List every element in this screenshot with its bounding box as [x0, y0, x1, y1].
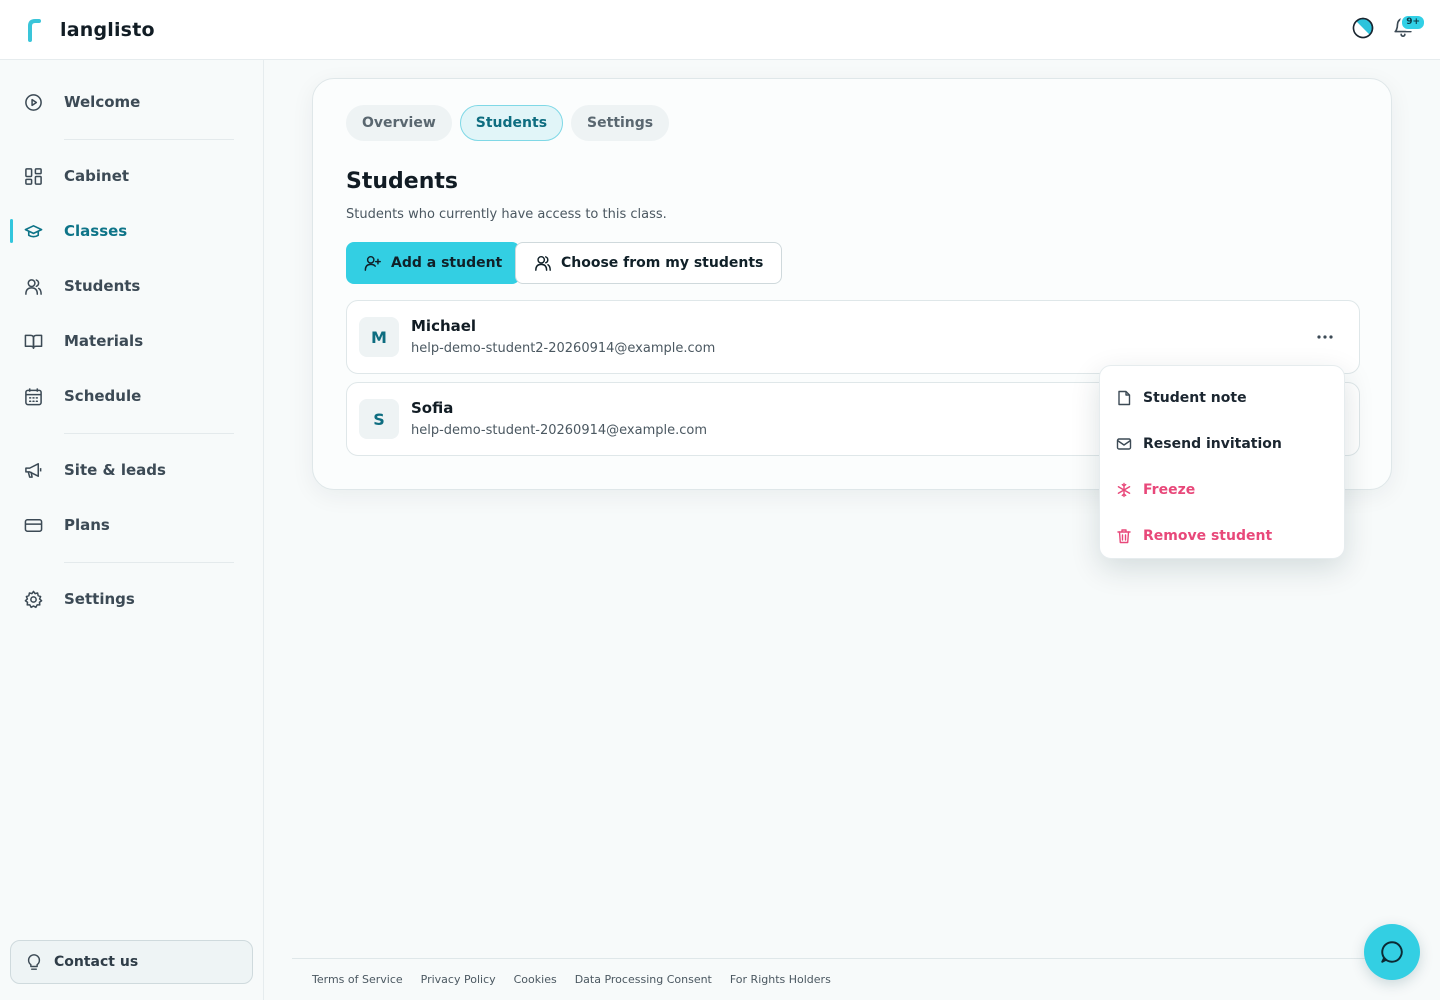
users-icon [535, 255, 551, 271]
menu-item-resend-invitation[interactable]: Resend invitation [1100, 421, 1344, 467]
sidebar-item-welcome[interactable]: Welcome [0, 82, 264, 122]
menu-item-student-note[interactable]: Student note [1100, 375, 1344, 421]
sidebar-item-label: Classes [64, 222, 128, 240]
calendar-icon [25, 388, 42, 406]
menu-item-freeze[interactable]: Freeze [1100, 467, 1344, 513]
megaphone-icon [25, 463, 42, 478]
avatar: S [359, 399, 399, 439]
sidebar-item-label: Materials [64, 332, 144, 350]
sidebar-item-label: Schedule [64, 387, 142, 405]
sidebar: Welcome Cabinet Classes Students Materia… [0, 60, 264, 1000]
note-icon [1118, 390, 1131, 406]
menu-item-label: Freeze [1143, 482, 1196, 498]
student-actions-menu: Student note Resend invitation Freeze Re… [1099, 365, 1345, 559]
sidebar-item-label: Settings [64, 590, 135, 608]
notification-count-badge: 9+ [1400, 14, 1426, 31]
theme-toggle-icon[interactable] [1352, 17, 1374, 39]
chat-bubble-icon [1381, 941, 1403, 963]
more-horizontal-icon [1317, 335, 1333, 339]
choose-from-my-students-button[interactable]: Choose from my students [515, 242, 783, 284]
gear-icon [24, 590, 43, 609]
choose-from-my-students-label: Choose from my students [561, 255, 764, 271]
credit-card-icon [24, 519, 43, 532]
sidebar-item-label: Welcome [64, 93, 141, 111]
sidebar-item-settings[interactable]: Settings [0, 579, 264, 619]
footer-link-terms[interactable]: Terms of Service [312, 973, 403, 986]
sidebar-item-label: Site & leads [64, 461, 166, 479]
menu-item-label: Resend invitation [1143, 436, 1282, 452]
sidebar-divider [64, 562, 234, 563]
footer-link-rights-holders[interactable]: For Rights Holders [730, 973, 831, 986]
sidebar-item-cabinet[interactable]: Cabinet [0, 156, 264, 196]
student-row[interactable]: M Michael help-demo-student2-20260914@ex… [346, 300, 1360, 374]
top-bar: langlisto 9+ [0, 0, 1440, 60]
tab-bar: Overview Students Settings [346, 105, 677, 141]
logo-icon [28, 18, 41, 42]
sidebar-item-label: Students [64, 277, 141, 295]
play-circle-icon [25, 94, 42, 111]
sidebar-item-plans[interactable]: Plans [0, 505, 264, 545]
tab-settings[interactable]: Settings [571, 105, 670, 141]
tab-overview[interactable]: Overview [346, 105, 452, 141]
menu-item-remove-student[interactable]: Remove student [1100, 513, 1344, 559]
student-email: help-demo-student2-20260914@example.com [411, 341, 716, 356]
add-student-button[interactable]: Add a student [346, 242, 521, 284]
sidebar-item-classes[interactable]: Classes [0, 211, 264, 251]
footer-link-cookies[interactable]: Cookies [514, 973, 557, 986]
snowflake-icon [1117, 482, 1131, 498]
notifications-button[interactable]: 9+ [1392, 14, 1426, 40]
footer: Terms of Service Privacy Policy Cookies … [292, 958, 1412, 1000]
student-name: Michael [411, 317, 477, 335]
tab-students[interactable]: Students [459, 105, 564, 141]
dashboard-icon [25, 168, 42, 185]
sidebar-item-label: Plans [64, 516, 110, 534]
page-subtitle: Students who currently have access to th… [346, 207, 667, 222]
sidebar-item-label: Cabinet [64, 167, 130, 185]
sidebar-item-materials[interactable]: Materials [0, 321, 264, 361]
lightbulb-icon [27, 954, 41, 970]
footer-link-privacy[interactable]: Privacy Policy [421, 973, 496, 986]
avatar: M [359, 317, 399, 357]
sidebar-divider [64, 433, 234, 434]
mail-icon [1116, 438, 1132, 450]
sidebar-divider [64, 139, 234, 140]
chat-button[interactable] [1364, 924, 1420, 980]
user-plus-icon [364, 255, 381, 271]
sidebar-item-students[interactable]: Students [0, 266, 264, 306]
sidebar-item-schedule[interactable]: Schedule [0, 376, 264, 416]
more-options-button[interactable] [1313, 325, 1337, 349]
add-student-label: Add a student [391, 255, 503, 271]
book-icon [24, 334, 43, 349]
app-name: langlisto [60, 18, 155, 41]
student-name: Sofia [411, 399, 454, 417]
student-email: help-demo-student-20260914@example.com [411, 423, 707, 438]
logo[interactable]: langlisto [26, 18, 155, 42]
footer-link-data-processing[interactable]: Data Processing Consent [575, 973, 712, 986]
users-icon [25, 279, 42, 295]
page-title: Students [346, 169, 458, 194]
menu-item-label: Student note [1143, 390, 1247, 406]
contact-us-label: Contact us [54, 954, 139, 970]
menu-item-label: Remove student [1143, 528, 1273, 544]
graduation-cap-icon [24, 224, 43, 238]
trash-icon [1117, 529, 1131, 544]
sidebar-item-site-leads[interactable]: Site & leads [0, 450, 264, 490]
contact-us-button[interactable]: Contact us [10, 940, 253, 984]
